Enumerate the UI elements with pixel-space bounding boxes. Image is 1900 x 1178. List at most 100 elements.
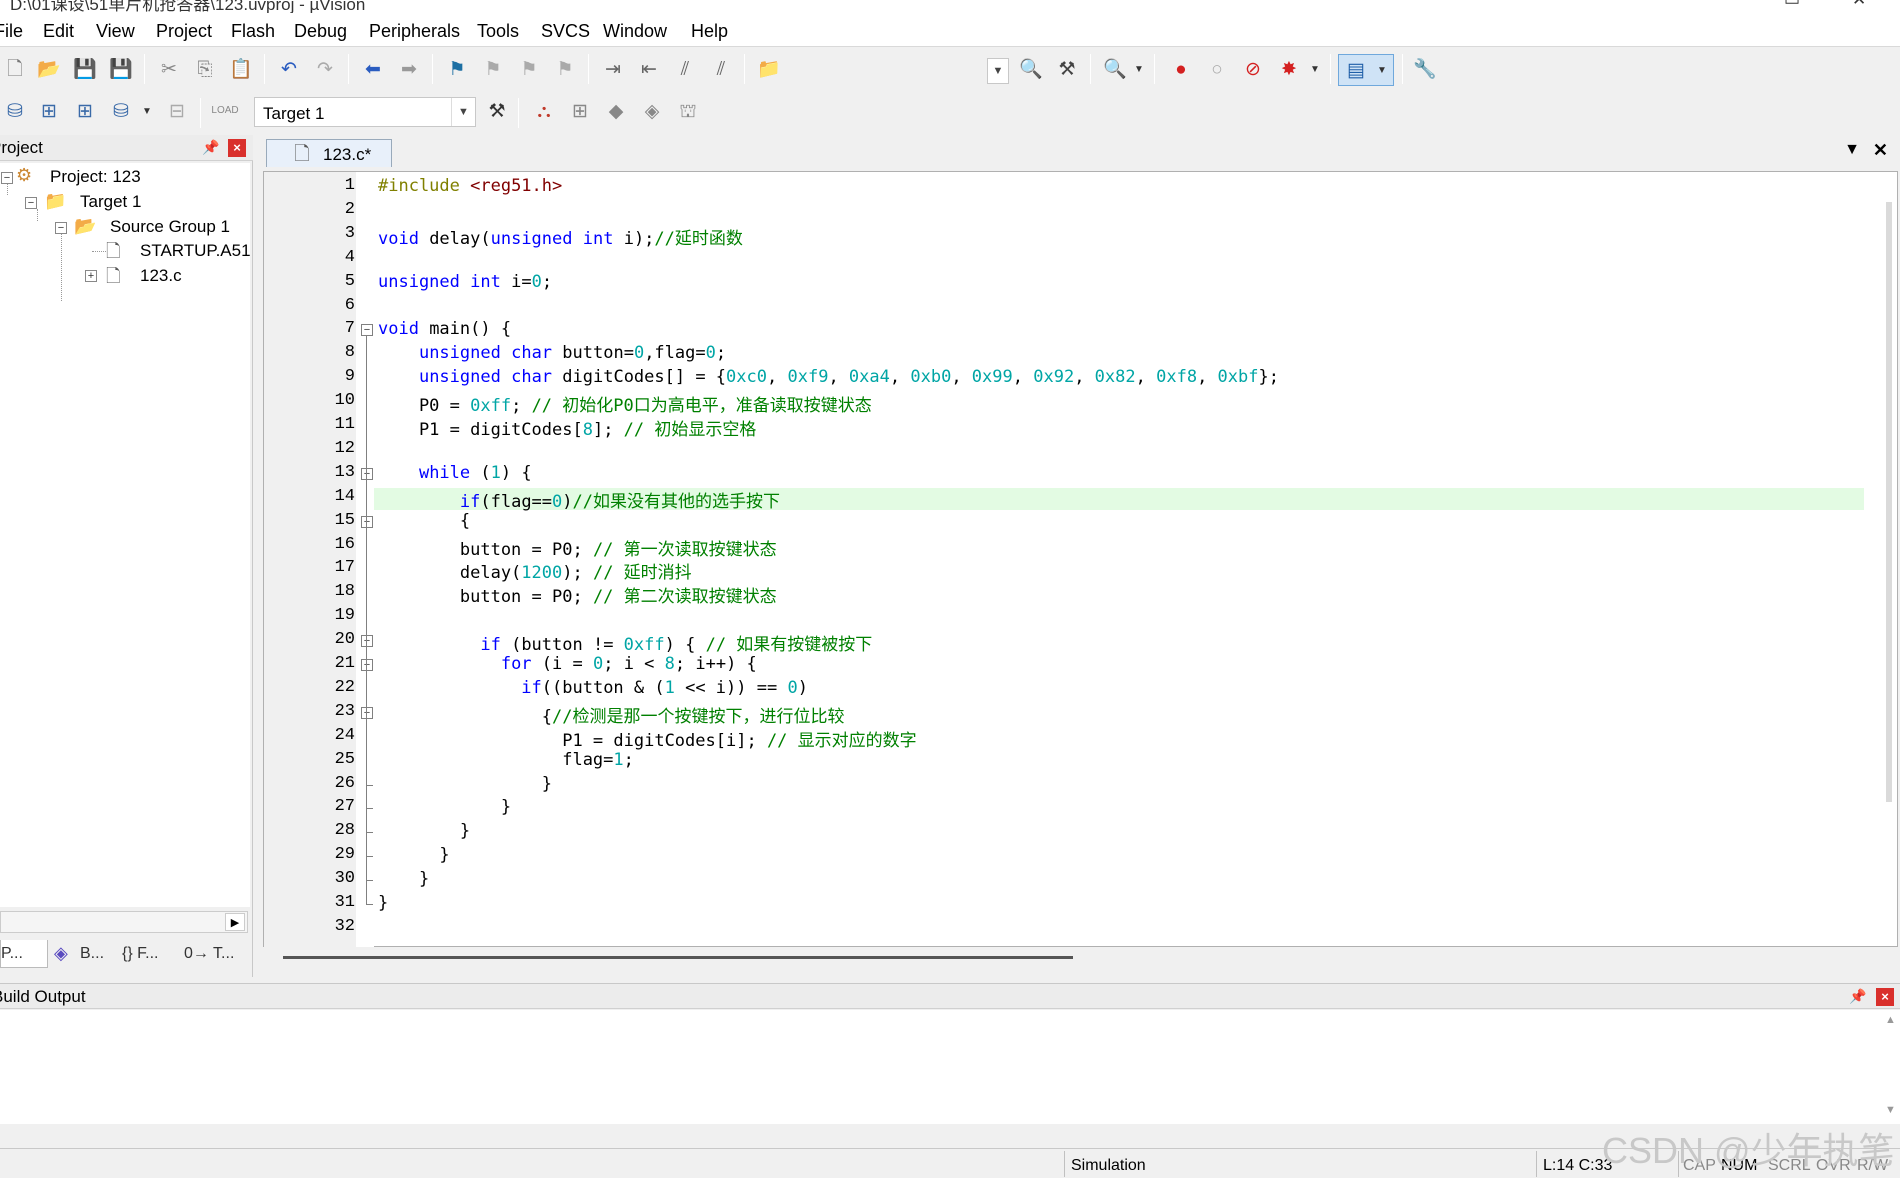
code-line[interactable]: delay(1200); // 延时消抖	[378, 558, 692, 583]
code-line[interactable]: unsigned char button=0,flag=0;	[378, 343, 726, 363]
fold-toggle-icon[interactable]: −	[361, 467, 373, 480]
chevron-down-icon[interactable]: ▼	[1134, 64, 1144, 75]
fold-toggle-icon[interactable]: −	[361, 659, 373, 671]
scroll-right-icon[interactable]: ▶	[225, 913, 245, 931]
select-packs-icon[interactable]: ⊞	[567, 98, 593, 124]
target-options-icon[interactable]: ⚒	[484, 98, 510, 124]
build-output-scrollbar[interactable]: ▲ ▼	[1880, 1010, 1900, 1124]
build-icon[interactable]: ⊞	[36, 98, 62, 124]
cut-icon[interactable]: ✂	[156, 56, 182, 82]
debug-session-icon[interactable]: 🔍	[1102, 56, 1128, 82]
uncomment-icon[interactable]: ⫽	[708, 56, 734, 82]
menu-tools[interactable]: Tools	[477, 21, 519, 42]
code-line[interactable]: while (1) {	[378, 463, 532, 483]
code-line[interactable]: unsigned int i=0;	[378, 272, 552, 292]
editor-vertical-scrollbar[interactable]	[1881, 172, 1898, 932]
rte-icon[interactable]: ⛫	[675, 98, 701, 124]
disable-breakpoint-icon[interactable]: ○	[1204, 56, 1230, 82]
next-bookmark-icon[interactable]: ⚑	[516, 56, 542, 82]
close-tab-icon[interactable]: ✕	[1873, 140, 1888, 161]
code-line[interactable]: }	[378, 774, 552, 794]
redo-icon[interactable]: ↷	[312, 56, 338, 82]
menu-flash[interactable]: Flash	[231, 21, 275, 42]
code-line[interactable]: }	[378, 797, 511, 817]
code-line[interactable]: }	[378, 893, 388, 913]
editor-file-tab[interactable]: 🗋 123.c*	[266, 139, 392, 167]
pin-icon[interactable]: 📌	[1849, 988, 1866, 1005]
menu-project[interactable]: Project	[156, 21, 212, 42]
paste-icon[interactable]: 📋	[228, 56, 254, 82]
chevron-down-icon[interactable]: ▼	[142, 106, 152, 117]
undo-icon[interactable]: ↶	[276, 56, 302, 82]
tab-list-chevron-icon[interactable]: ▼	[1844, 141, 1860, 159]
collapse-icon[interactable]: −	[1, 172, 13, 184]
code-line[interactable]: if((button & (1 << i)) == 0)	[378, 678, 808, 698]
copy-icon[interactable]: ⎘	[192, 56, 218, 82]
scroll-down-icon[interactable]: ▼	[1885, 1104, 1896, 1116]
fold-toggle-icon[interactable]: −	[361, 515, 373, 528]
code-line[interactable]: if (button != 0xff) { // 如果有按键被按下	[378, 630, 872, 655]
manage-project-items-icon[interactable]: ⛬	[531, 98, 557, 124]
tab-books[interactable]: ◈ B...	[52, 940, 110, 968]
rebuild-icon[interactable]: ⊞	[72, 98, 98, 124]
disable-all-breakpoints-icon[interactable]: ⊘	[1240, 56, 1266, 82]
tree-item-file[interactable]: STARTUP.A51	[140, 241, 251, 261]
pin-icon[interactable]: 📌	[202, 139, 219, 156]
tab-project[interactable]: P...	[0, 940, 48, 968]
menu-svcs[interactable]: SVCS	[541, 21, 590, 42]
find-in-files-icon[interactable]: 📁	[756, 56, 782, 82]
menu-window[interactable]: Window	[603, 21, 667, 42]
target-select[interactable]: Target 1 ▼	[254, 97, 476, 127]
menu-view[interactable]: View	[96, 21, 135, 42]
menu-debug[interactable]: Debug	[294, 21, 347, 42]
menu-edit[interactable]: Edit	[43, 21, 74, 42]
fold-toggle-icon[interactable]: −	[361, 324, 373, 337]
code-line[interactable]: P1 = digitCodes[8]; // 初始显示空格	[378, 415, 756, 440]
code-line[interactable]: }	[378, 821, 470, 841]
close-window-icon[interactable]: ✕	[1852, 0, 1866, 10]
indent-icon[interactable]: ⇥	[600, 56, 626, 82]
find-icon[interactable]: 🔍	[1018, 56, 1044, 82]
navigate-back-icon[interactable]: ⬅	[360, 56, 386, 82]
code-line[interactable]: void delay(unsigned int i);//延时函数	[378, 224, 743, 249]
tree-item-project[interactable]: Project: 123	[50, 167, 141, 187]
code-editor[interactable]: 1 #include <reg51.h> 2 3 void delay(unsigned…	[263, 171, 1898, 948]
save-icon[interactable]: 💾	[72, 56, 98, 82]
stop-build-icon[interactable]: ⊟	[164, 98, 190, 124]
translate-icon[interactable]: ⛁	[2, 98, 28, 124]
pack-installer-icon[interactable]: ◈	[639, 98, 665, 124]
chevron-down-icon[interactable]: ▼	[1310, 64, 1320, 75]
fold-toggle-icon[interactable]: −	[361, 706, 373, 719]
fold-toggle-icon[interactable]: −	[361, 635, 373, 648]
navigate-forward-icon[interactable]: ➡	[396, 56, 422, 82]
code-line[interactable]: P1 = digitCodes[i]; // 显示对应的数字	[378, 726, 916, 751]
scroll-up-icon[interactable]: ▲	[1885, 1014, 1896, 1026]
collapse-icon[interactable]: −	[25, 197, 37, 209]
scroll-thumb[interactable]	[283, 956, 1073, 959]
code-line[interactable]: unsigned char digitCodes[] = {0xc0, 0xf9…	[378, 367, 1279, 387]
code-line[interactable]: button = P0; // 第二次读取按键状态	[378, 582, 777, 607]
project-horizontal-scrollbar[interactable]: ▶	[0, 911, 248, 933]
unindent-icon[interactable]: ⇤	[636, 56, 662, 82]
save-all-icon[interactable]: 💾	[108, 56, 134, 82]
code-line[interactable]: flag=1;	[378, 750, 634, 770]
code-line[interactable]: #include <reg51.h>	[378, 176, 562, 196]
menu-file[interactable]: File	[0, 21, 23, 42]
collapse-icon[interactable]: −	[55, 222, 67, 234]
code-line[interactable]: {//检测是那一个按键按下，进行位比较	[378, 702, 845, 727]
scroll-thumb[interactable]	[1886, 202, 1892, 802]
bookmark-icon[interactable]: ⚑	[444, 56, 470, 82]
code-line[interactable]: }	[378, 845, 449, 865]
batch-build-icon[interactable]: ⛁	[108, 98, 134, 124]
code-line[interactable]: void main() {	[378, 319, 511, 339]
download-load-icon[interactable]: LOAD	[211, 98, 238, 124]
code-line[interactable]: {	[378, 511, 470, 531]
kill-all-breakpoints-icon[interactable]: ✸	[1276, 56, 1302, 82]
tree-item-target[interactable]: Target 1	[80, 192, 141, 212]
prev-bookmark-icon[interactable]: ⚑	[480, 56, 506, 82]
new-file-icon[interactable]: 🗋	[2, 56, 28, 82]
code-line[interactable]: if(flag==0)//如果没有其他的选手按下	[378, 487, 780, 512]
close-panel-icon[interactable]: ×	[228, 139, 246, 157]
manage-runtime-icon[interactable]: ◆	[603, 98, 629, 124]
expand-icon[interactable]: +	[85, 270, 97, 282]
